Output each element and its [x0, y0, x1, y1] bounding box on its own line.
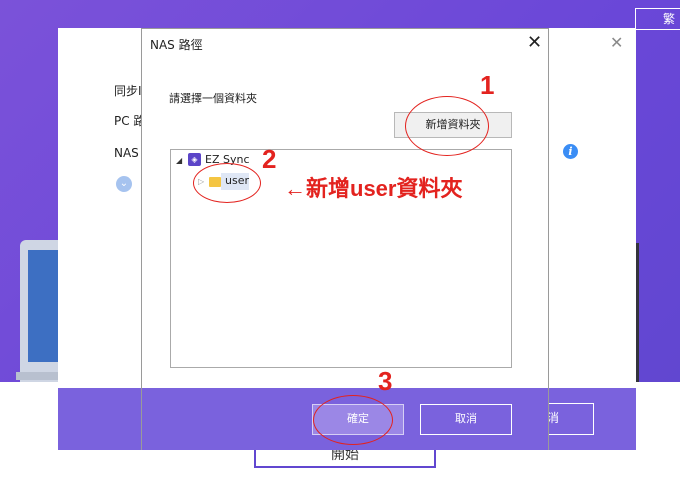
new-user-folder-callout: ←新增user資料夾 [284, 176, 463, 201]
step-1-circle [405, 96, 489, 156]
dialog-title: NAS 路徑 [150, 38, 203, 52]
close-icon[interactable]: ✕ [527, 32, 542, 53]
chevron-down-icon[interactable]: ⌄ [116, 176, 132, 192]
language-button[interactable]: 繁 [635, 8, 680, 30]
cancel-button[interactable]: 取消 [420, 404, 512, 435]
info-icon[interactable]: i [563, 144, 578, 159]
tree-collapse-icon[interactable]: ◢ [176, 156, 182, 165]
ez-sync-icon: ◈ [188, 153, 201, 166]
step-2-number: 2 [262, 144, 277, 174]
start-button[interactable]: 開始 [254, 448, 436, 468]
step-2-circle [193, 163, 261, 203]
step-1-number: 1 [480, 70, 495, 100]
setup-close-icon[interactable]: ✕ [610, 33, 623, 52]
step-3-number: 3 [378, 366, 393, 396]
setup-label-sync: 同步I [114, 84, 142, 98]
folder-prompt: 請選擇一個資料夾 [169, 92, 257, 105]
step-3-circle [313, 395, 393, 445]
